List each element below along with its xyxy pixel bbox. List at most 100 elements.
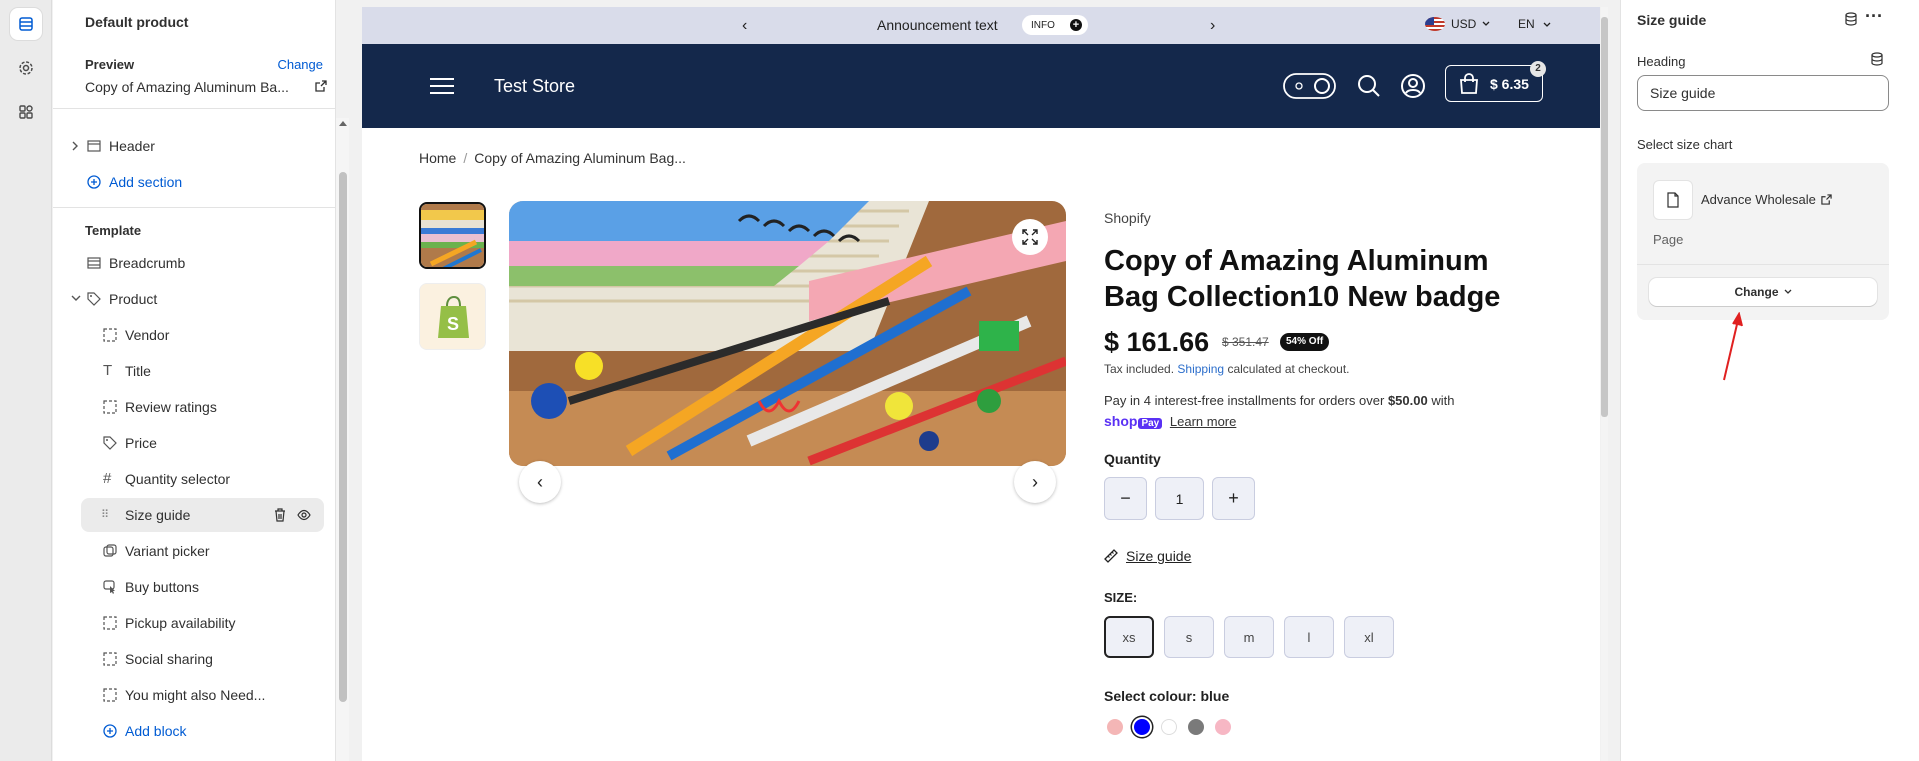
block-label: Review ratings [125,399,217,415]
block-price[interactable]: Price [53,426,335,460]
sections-panel: Default product Preview Change Copy of A… [53,0,336,761]
sections-nav-button[interactable] [10,8,42,40]
section-breadcrumb[interactable]: Breadcrumb [53,246,335,280]
block-icon [103,652,117,666]
plus-icon: + [1070,19,1082,31]
shipping-link[interactable]: Shipping [1177,362,1224,376]
product-thumbnail-2[interactable]: S [419,283,486,350]
breadcrumb-section-label: Breadcrumb [109,255,186,271]
eye-icon[interactable] [297,508,311,522]
scrollbar-thumb[interactable] [339,172,347,702]
cursor-click-icon [103,580,115,594]
language-label: EN [1518,17,1535,31]
size-option-l[interactable]: l [1284,616,1334,658]
quantity-increase-button[interactable]: + [1212,477,1255,520]
more-options-icon[interactable]: ··· [1865,6,1883,27]
chevron-down-icon [1482,21,1490,26]
size-option-s[interactable]: s [1164,616,1214,658]
trash-icon[interactable] [273,508,287,522]
zoom-button[interactable] [1012,219,1048,255]
gallery-prev-button[interactable]: ‹ [519,461,561,503]
language-selector[interactable]: EN [1518,17,1551,31]
menu-icon[interactable] [430,78,454,99]
preview-scrollbar[interactable] [1601,7,1608,761]
search-icon[interactable] [1356,73,1382,99]
sections-icon [19,17,33,31]
template-label: Template [85,223,142,238]
block-vendor[interactable]: Vendor [53,318,335,352]
chevron-right-icon[interactable] [71,141,79,151]
colour-swatch[interactable] [1161,719,1177,735]
scroll-up-arrow-icon[interactable] [339,121,347,126]
theme-toggle-icon[interactable] [1283,73,1336,99]
database-icon[interactable] [1845,12,1857,26]
account-icon[interactable] [1400,73,1426,99]
learn-more-link[interactable]: Learn more [1170,414,1236,429]
external-link-icon[interactable] [315,80,327,92]
block-label: Vendor [125,327,170,343]
product-thumbnail-1[interactable] [419,202,486,269]
colour-swatch[interactable] [1188,719,1204,735]
currency-selector[interactable]: USD [1425,17,1490,31]
announcement-text: Announcement text [877,17,998,33]
price-tag-icon [103,436,117,450]
selected-page-name: Advance Wholesale [1701,192,1816,207]
chevron-down-icon [1784,289,1791,294]
size-option-xs[interactable]: xs [1104,616,1154,658]
connect-source-icon[interactable] [1871,52,1883,66]
block-variant-picker[interactable]: Variant picker [53,534,335,568]
section-header[interactable]: Header [53,129,335,163]
add-block-button[interactable]: Add block [53,714,335,748]
breadcrumb-home-link[interactable]: Home [419,150,456,166]
chevron-down-icon[interactable] [71,294,81,302]
block-quantity-selector[interactable]: # Quantity selector [53,462,335,496]
size-option-xl[interactable]: xl [1344,616,1394,658]
stationery-photo [509,201,1066,466]
block-label: Buy buttons [125,579,199,595]
announcement-next-icon[interactable]: › [1210,17,1215,35]
block-title[interactable]: T Title [53,354,335,388]
scrollbar-thumb[interactable] [1601,17,1608,417]
block-size-guide[interactable]: ⠿ Size guide [81,498,324,532]
page-title: Default product [85,14,189,30]
installments-text: Pay in 4 interest-free installments for … [1104,393,1388,408]
size-option-m[interactable]: m [1224,616,1274,658]
block-review-ratings[interactable]: Review ratings [53,390,335,424]
colour-swatch[interactable] [1215,719,1231,735]
drag-handle-icon[interactable]: ⠿ [101,508,115,522]
block-pickup-availability[interactable]: Pickup availability [53,606,335,640]
block-label: Social sharing [125,651,213,667]
breadcrumb-separator: / [463,150,468,166]
settings-nav-button[interactable] [10,52,42,84]
block-social-sharing[interactable]: Social sharing [53,642,335,676]
add-block-label: Add block [125,723,187,739]
block-you-might-also-need[interactable]: You might also Need... [53,678,335,712]
colour-swatch[interactable] [1107,719,1123,735]
size-guide-link[interactable]: Size guide [1104,548,1191,564]
quantity-decrease-button[interactable]: − [1104,477,1147,520]
block-buy-buttons[interactable]: Buy buttons [53,570,335,604]
product-main-image[interactable] [509,201,1066,466]
annotation-arrow-icon [1723,312,1743,381]
preview-change-link[interactable]: Change [277,57,323,72]
apps-nav-button[interactable] [10,96,42,128]
minus-icon: − [1120,488,1131,508]
preview-product-name: Copy of Amazing Aluminum Ba... [85,79,289,95]
plus-icon: + [1228,488,1239,508]
cart-button[interactable]: $ 6.35 2 [1445,61,1546,102]
section-product[interactable]: Product [53,282,335,316]
heading-input[interactable] [1637,75,1889,111]
preview-label: Preview [85,57,135,72]
info-badge[interactable]: INFO + [1022,15,1088,35]
sections-scrollbar[interactable] [336,118,349,761]
colour-swatch-selected[interactable] [1134,719,1150,735]
selected-page-link[interactable]: Advance Wholesale [1701,192,1832,207]
plus-circle-icon [103,724,117,738]
change-page-button[interactable]: Change [1649,278,1877,306]
quantity-input[interactable]: 1 [1155,477,1204,520]
store-name[interactable]: Test Store [494,76,575,97]
announcement-prev-icon[interactable]: ‹ [742,17,747,35]
gallery-next-button[interactable]: › [1014,461,1056,503]
add-section-button[interactable]: Add section [53,165,335,199]
tax-text-after: calculated at checkout. [1224,362,1350,376]
